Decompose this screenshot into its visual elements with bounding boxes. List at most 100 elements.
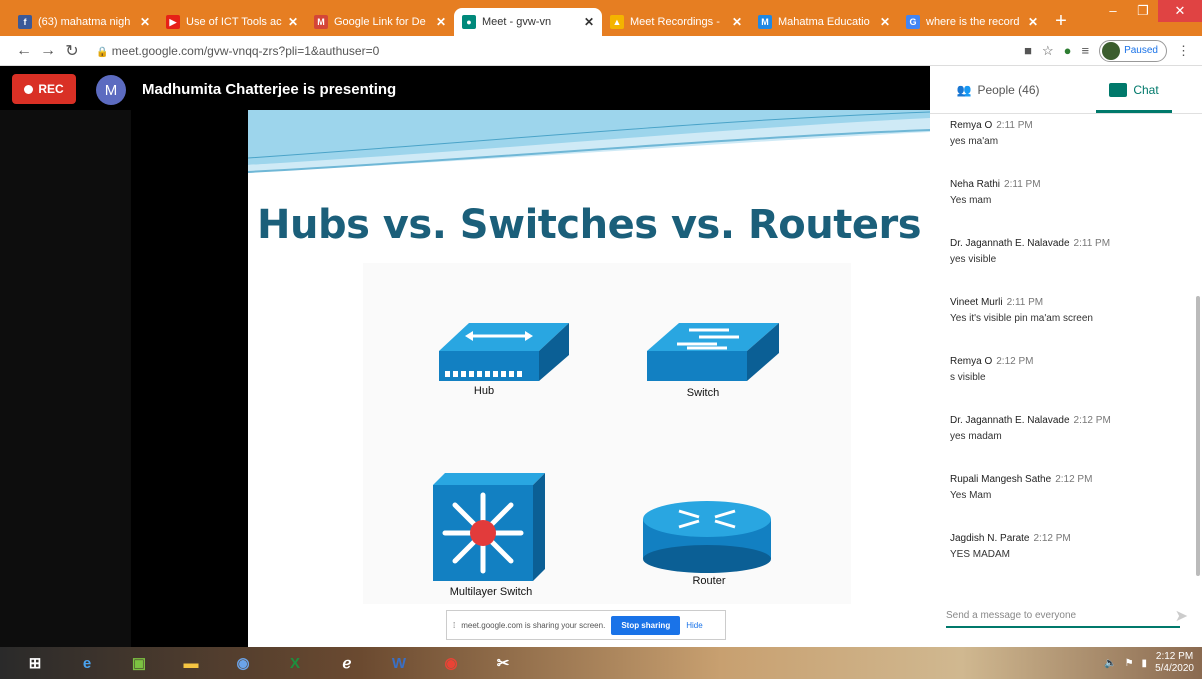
close-tab-icon[interactable]: ✕ xyxy=(880,15,890,29)
router-label: Router xyxy=(692,575,726,587)
close-tab-icon[interactable]: ✕ xyxy=(584,15,594,29)
hub-label: Hub xyxy=(473,385,495,397)
browser-tab[interactable]: M Google Link for De ✕ xyxy=(306,8,454,36)
message-time: 2:11 PM xyxy=(1073,238,1111,249)
slide-title: Hubs vs. Switches vs. Routers xyxy=(256,202,922,248)
volume-icon[interactable]: 🔈 xyxy=(1104,658,1116,669)
chat-message: Remya O 2:12 PM s visible xyxy=(950,356,1182,415)
extension-icon[interactable]: ● xyxy=(1064,43,1072,58)
flag-icon[interactable]: ⚑ xyxy=(1125,658,1134,669)
sender-name: Dr. Jagannath E. Nalavade xyxy=(950,415,1070,426)
chat-scrollbar[interactable] xyxy=(1196,296,1200,576)
message-text: YES MADAM xyxy=(950,549,1011,560)
edge-icon[interactable]: ℯ xyxy=(324,649,370,677)
recording-badge: REC xyxy=(12,74,76,104)
chat-message: Neha Rathi 2:11 PM Yes mam xyxy=(950,179,1182,238)
chat-message-input[interactable]: Send a message to everyone xyxy=(946,604,1180,628)
network-icon[interactable]: ▮ xyxy=(1142,658,1148,669)
tab-chat[interactable]: Chat xyxy=(1066,66,1202,113)
screen-share-bar: ⁞ meet.google.com is sharing your screen… xyxy=(446,610,726,640)
message-text: s visible xyxy=(950,372,986,383)
message-time: 2:11 PM xyxy=(996,120,1033,131)
close-tab-icon[interactable]: ✕ xyxy=(140,15,150,29)
close-tab-icon[interactable]: ✕ xyxy=(436,15,446,29)
file-explorer-icon[interactable]: ▬ xyxy=(168,649,214,677)
reload-icon[interactable]: ↻ xyxy=(60,41,84,61)
snipping-icon[interactable]: ✂ xyxy=(480,649,526,677)
switch-label: Switch xyxy=(686,387,720,399)
sender-name: Dr. Jagannath E. Nalavade xyxy=(950,238,1070,249)
stage-left-margin xyxy=(0,110,131,647)
excel-icon[interactable]: X xyxy=(272,649,318,677)
url-field[interactable]: 🔒 meet.google.com/gvw-vnqq-zrs?pli=1&aut… xyxy=(96,44,1024,58)
maximize-button[interactable]: ❐ xyxy=(1128,0,1158,22)
bookmark-star-icon[interactable]: ☆ xyxy=(1042,43,1054,59)
system-tray: 🔈 ⚑ ▮ 2:12 PM 5/4/2020 xyxy=(1104,651,1194,675)
chat-message: Jagdish N. Parate 2:12 PM YES MADAM xyxy=(950,533,1182,592)
message-text: yes ma'am xyxy=(950,136,999,147)
multilayer-switch-label: Multilayer Switch xyxy=(449,586,533,598)
presentation-slide: Hubs vs. Switches vs. Routers Hub Switch xyxy=(248,110,930,647)
chat-message: Vineet Murli 2:11 PM Yes it's visible pin … xyxy=(950,297,1182,356)
browser-tab[interactable]: Gwhere is the record ✕ xyxy=(898,8,1046,36)
drive-icon: ▲ xyxy=(610,15,624,29)
browser-tab[interactable]: M Mahatma Educatio ✕ xyxy=(750,8,898,36)
sender-name: Remya O xyxy=(950,356,993,367)
browser-tab[interactable]: ▶ Use of ICT Tools ac ✕ xyxy=(158,8,306,36)
camera-icon[interactable]: ■ xyxy=(1024,43,1032,58)
close-tab-icon[interactable]: ✕ xyxy=(732,15,742,29)
stop-sharing-button[interactable]: Stop sharing xyxy=(611,615,681,635)
drag-handle-icon[interactable]: ⁞ xyxy=(453,621,455,630)
close-window-button[interactable]: ✕ xyxy=(1158,0,1202,22)
side-panel: 👥 People (46) Chat Remya O 2:11 PM yes ma'a… xyxy=(930,66,1202,647)
chat-icon xyxy=(1109,82,1128,97)
forward-icon[interactable]: → xyxy=(36,42,60,60)
google-icon: G xyxy=(906,15,920,29)
browser-tab[interactable]: ● Meet - gvw-vn ✕ xyxy=(454,8,602,36)
record-dot-icon xyxy=(24,84,34,94)
sender-name: Jagdish N. Parate xyxy=(950,533,1030,544)
facebook-icon: f xyxy=(18,15,32,29)
reading-list-icon[interactable]: ≡ xyxy=(1081,43,1089,58)
router-icon xyxy=(643,501,771,573)
ie-icon[interactable]: e xyxy=(64,649,110,677)
switch-icon xyxy=(647,323,779,381)
gmail-icon: M xyxy=(314,15,328,29)
avatar xyxy=(1102,41,1121,60)
presenter-avatar: M xyxy=(96,75,126,105)
minimize-button[interactable]: – xyxy=(1098,0,1128,22)
browser-tab[interactable]: f (63) mahatma nigh ✕ xyxy=(10,8,158,36)
lock-icon: 🔒 xyxy=(96,46,109,58)
chrome-icon[interactable]: ◉ xyxy=(428,649,474,677)
message-text: yes madam xyxy=(950,431,1002,442)
send-icon[interactable]: ➤ xyxy=(1175,606,1188,626)
presenting-text: Madhumita Chatterjee is presenting xyxy=(142,81,397,98)
menu-kebab-icon[interactable]: ⋮ xyxy=(1177,43,1190,59)
store-icon[interactable]: ▣ xyxy=(116,649,162,677)
meet-stage: REC M Madhumita Chatterjee is presenting… xyxy=(0,66,930,647)
taskbar-clock[interactable]: 2:12 PM 5/4/2020 xyxy=(1155,651,1194,675)
new-tab-button[interactable]: + xyxy=(1046,8,1076,36)
message-text: Yes it's visible pin ma'am screen xyxy=(950,313,1093,324)
windows-taskbar: ⊞ e ▣ ▬ ◉ X ℯ W ◉ ✂ 🔈 ⚑ ▮ 2:12 PM 5/4/20… xyxy=(0,647,1202,679)
window-controls: – ❐ ✕ xyxy=(1098,0,1202,22)
word-icon[interactable]: W xyxy=(376,649,422,677)
back-icon[interactable]: ← xyxy=(12,42,36,60)
message-time: 2:11 PM xyxy=(1004,179,1041,190)
close-tab-icon[interactable]: ✕ xyxy=(288,15,298,29)
sender-name: Rupali Mangesh Sathe xyxy=(950,474,1052,485)
people-icon: 👥 xyxy=(956,82,972,97)
windows-start-icon[interactable]: ⊞ xyxy=(12,649,58,677)
chat-message-list: Remya O 2:11 PM yes ma'am Neha Rathi 2:11 PM… xyxy=(930,114,1202,598)
tab-people[interactable]: 👥 People (46) xyxy=(930,66,1066,113)
hub-icon xyxy=(439,323,569,381)
browser-tab[interactable]: ▲ Meet Recordings - ✕ xyxy=(602,8,750,36)
network-devices-diagram: Hub Switch Multilayer Switch Router xyxy=(363,263,851,604)
hide-share-bar-button[interactable]: Hide xyxy=(686,621,702,630)
profile-paused-button[interactable]: Paused xyxy=(1099,39,1167,62)
sender-name: Neha Rathi xyxy=(950,179,1001,190)
address-bar: ← → ↻ 🔒 meet.google.com/gvw-vnqq-zrs?pli… xyxy=(0,36,1202,66)
message-text: Yes mam xyxy=(950,195,992,206)
close-tab-icon[interactable]: ✕ xyxy=(1028,15,1038,29)
chrome-canary-icon[interactable]: ◉ xyxy=(220,649,266,677)
